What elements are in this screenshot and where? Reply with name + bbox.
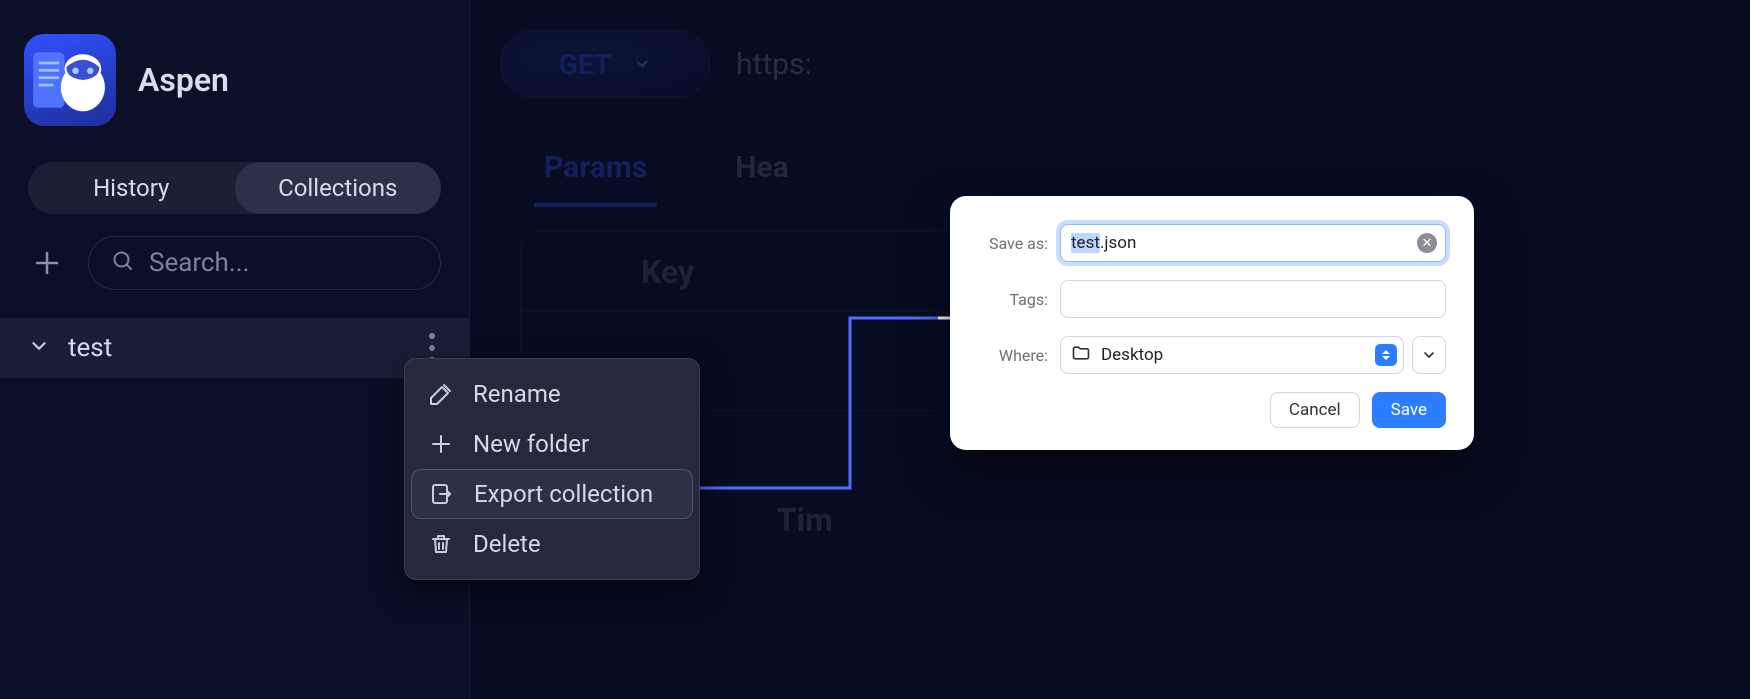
app-logo <box>24 34 116 126</box>
expand-button[interactable] <box>1412 336 1446 374</box>
menu-delete[interactable]: Delete <box>411 519 693 569</box>
trash-icon <box>427 530 455 558</box>
tab-params[interactable]: Params <box>544 138 647 207</box>
method-label: GET <box>559 48 611 81</box>
pencil-icon <box>427 380 455 408</box>
add-button[interactable] <box>30 246 64 280</box>
menu-export-label: Export collection <box>474 480 653 508</box>
folder-icon <box>1071 343 1091 368</box>
tab-headers[interactable]: Hea <box>735 138 788 207</box>
sidebar-segments: History Collections <box>28 162 441 214</box>
chevron-down-icon <box>1421 347 1437 363</box>
menu-export-collection[interactable]: Export collection <box>411 469 693 519</box>
brand: Aspen <box>0 0 469 138</box>
menu-delete-label: Delete <box>473 530 541 558</box>
collection-item[interactable]: test <box>0 318 469 378</box>
tags-label: Tags: <box>978 290 1048 309</box>
chevron-down-icon <box>633 55 651 73</box>
search-input[interactable]: Search... <box>88 236 441 290</box>
plus-icon <box>427 430 455 458</box>
collection-name: test <box>68 333 112 363</box>
menu-rename[interactable]: Rename <box>411 369 693 419</box>
where-value: Desktop <box>1101 345 1163 365</box>
tags-input[interactable] <box>1060 280 1446 318</box>
filename-selected: test <box>1071 233 1100 253</box>
chevron-down-icon <box>28 335 50 361</box>
menu-new-folder-label: New folder <box>473 430 589 458</box>
save-dialog: Save as: test.json ✕ Tags: Where: Deskto… <box>950 196 1474 450</box>
updown-icon <box>1375 344 1397 366</box>
export-icon <box>428 480 456 508</box>
segment-collections[interactable]: Collections <box>235 162 442 214</box>
context-menu: Rename New folder Export collection Dele… <box>404 358 700 580</box>
filename-rest: .json <box>1100 233 1136 253</box>
menu-new-folder[interactable]: New folder <box>411 419 693 469</box>
app-name: Aspen <box>138 61 229 99</box>
search-icon <box>111 249 135 277</box>
time-label: Tim <box>777 501 833 539</box>
method-select[interactable]: GET <box>500 30 710 98</box>
cancel-button[interactable]: Cancel <box>1270 392 1360 428</box>
save-as-label: Save as: <box>978 234 1048 253</box>
filename-input[interactable]: test.json ✕ <box>1060 224 1446 262</box>
sidebar: Aspen History Collections Search... t <box>0 0 470 699</box>
segment-history[interactable]: History <box>28 162 235 214</box>
menu-rename-label: Rename <box>473 380 561 408</box>
url-input[interactable]: https: <box>736 47 812 82</box>
search-placeholder: Search... <box>149 248 249 278</box>
clear-icon[interactable]: ✕ <box>1417 233 1437 253</box>
where-label: Where: <box>978 346 1048 365</box>
save-button[interactable]: Save <box>1372 392 1446 428</box>
where-select[interactable]: Desktop <box>1060 336 1404 374</box>
